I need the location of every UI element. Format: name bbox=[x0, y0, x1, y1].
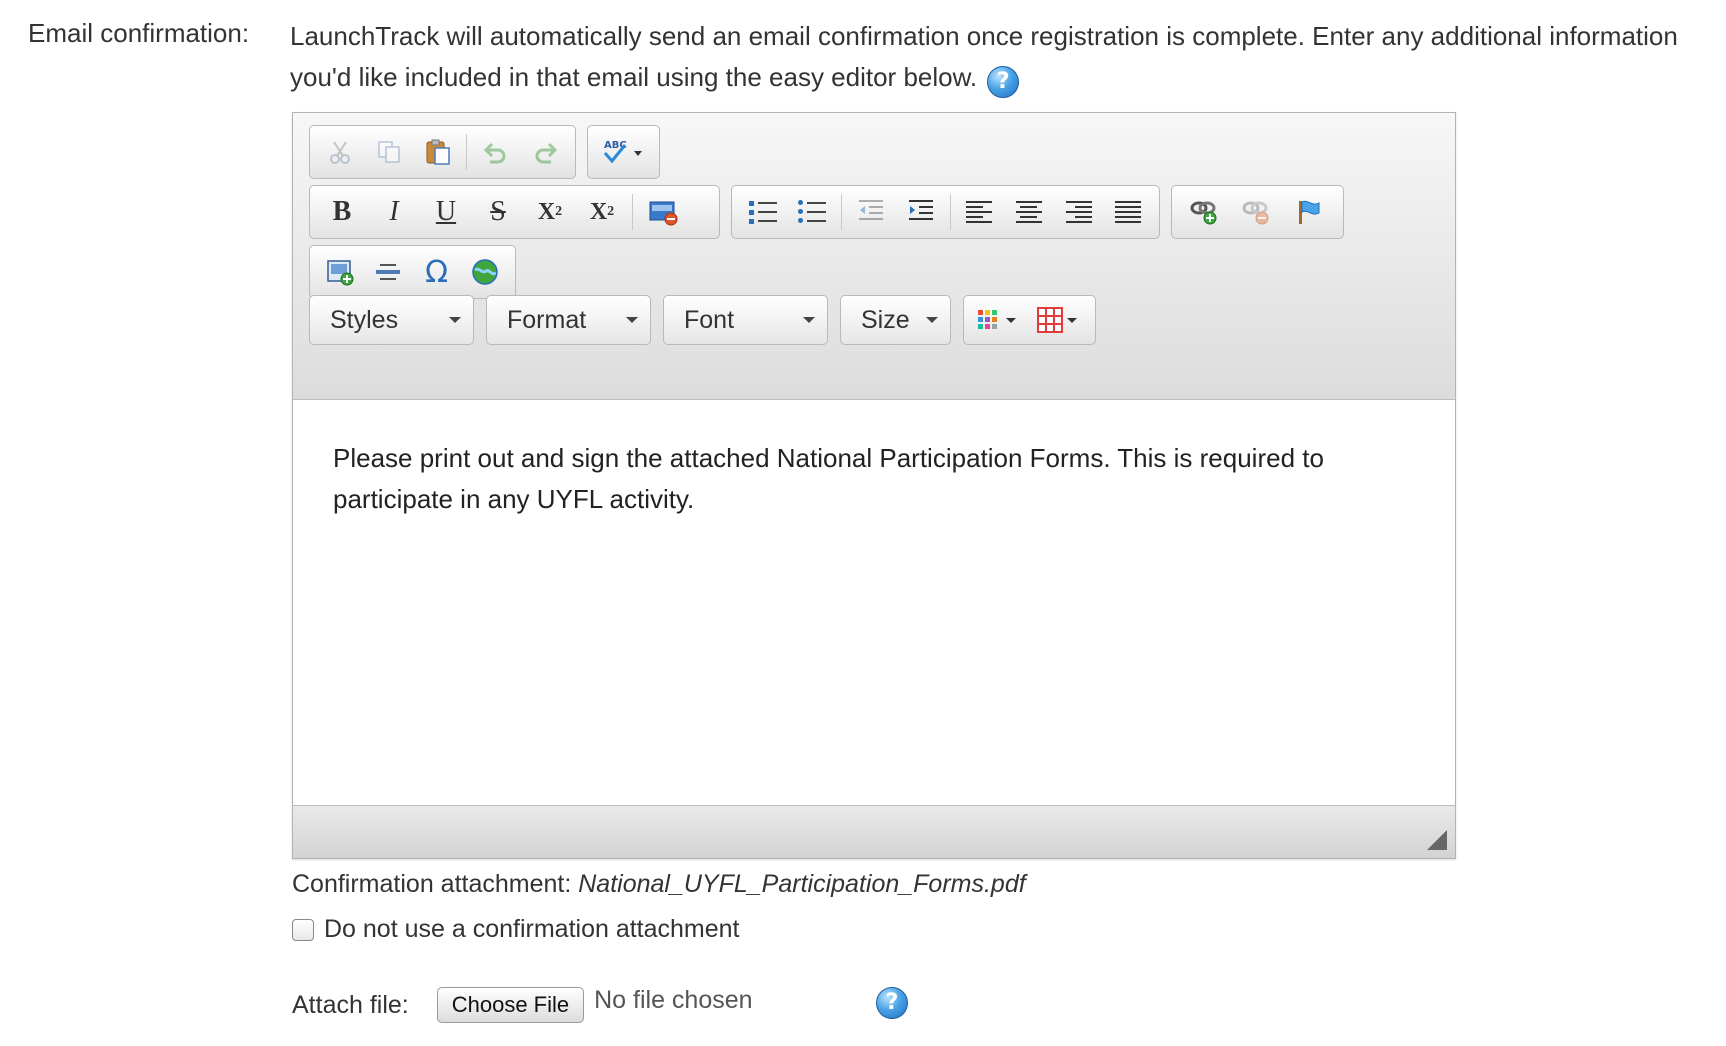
cut-icon[interactable] bbox=[316, 130, 365, 174]
styles-dropdown-label: Styles bbox=[330, 306, 399, 334]
font-dropdown[interactable]: Font bbox=[663, 295, 828, 345]
separator bbox=[466, 134, 468, 170]
description-text: LaunchTrack will automatically send an e… bbox=[290, 21, 1678, 92]
separator bbox=[841, 194, 843, 230]
text-color-icon[interactable] bbox=[968, 298, 1028, 342]
attach-help: ? bbox=[876, 987, 908, 1019]
bulleted-list-icon[interactable] bbox=[788, 190, 838, 234]
special-char-icon[interactable]: Ω bbox=[413, 250, 461, 294]
chevron-down-icon bbox=[626, 317, 638, 323]
paste-icon[interactable] bbox=[414, 130, 463, 174]
chevron-down-icon bbox=[926, 317, 938, 323]
attachment-label: Confirmation attachment: bbox=[292, 870, 572, 898]
size-dropdown-label: Size bbox=[861, 306, 910, 334]
no-attachment-row: Do not use a confirmation attachment bbox=[292, 915, 740, 944]
basic-styles-group: B I U S X2 X2 bbox=[309, 185, 720, 239]
choose-file-button[interactable]: Choose File bbox=[436, 987, 585, 1023]
color-table-group bbox=[963, 295, 1096, 345]
no-attachment-label: Do not use a confirmation attachment bbox=[324, 915, 740, 943]
size-dropdown[interactable]: Size bbox=[840, 295, 951, 345]
copy-icon[interactable] bbox=[365, 130, 414, 174]
editor-toolbar: ABC B I U S X2 X2 Ω Styles Format Font S… bbox=[293, 113, 1455, 400]
italic-button[interactable]: I bbox=[368, 190, 420, 234]
format-dropdown[interactable]: Format bbox=[486, 295, 651, 345]
separator bbox=[949, 194, 951, 230]
no-attachment-checkbox[interactable] bbox=[292, 918, 314, 941]
link-icon[interactable] bbox=[1178, 190, 1230, 234]
table-icon[interactable] bbox=[1028, 298, 1088, 342]
styles-dropdown[interactable]: Styles bbox=[309, 295, 474, 345]
bold-button[interactable]: B bbox=[316, 190, 368, 234]
align-center-icon[interactable] bbox=[1004, 190, 1054, 234]
subscript-base: X bbox=[537, 198, 556, 225]
resize-handle-icon[interactable] bbox=[1427, 830, 1447, 850]
outdent-icon[interactable] bbox=[846, 190, 896, 234]
chevron-down-icon bbox=[803, 317, 815, 323]
undo-icon[interactable] bbox=[471, 130, 520, 174]
remove-format-icon[interactable] bbox=[637, 190, 689, 234]
attach-file-row: Attach file: Choose File No file chosen bbox=[292, 985, 753, 1023]
redo-icon[interactable] bbox=[520, 130, 569, 174]
spellcheck-icon[interactable]: ABC bbox=[592, 130, 654, 174]
attach-file-label: Attach file: bbox=[292, 990, 409, 1019]
strikethrough-button[interactable]: S bbox=[472, 190, 524, 234]
help-icon[interactable]: ? bbox=[987, 66, 1020, 98]
bulleted-list-graphic bbox=[798, 200, 827, 224]
spellcheck-group: ABC bbox=[587, 125, 660, 179]
confirmation-attachment: Confirmation attachment: National_UYFL_P… bbox=[292, 870, 1026, 899]
superscript-base: X bbox=[589, 198, 608, 225]
insert-group: Ω bbox=[309, 245, 516, 299]
numbered-list-graphic bbox=[748, 200, 777, 224]
image-icon[interactable] bbox=[316, 250, 364, 294]
superscript-mark: 2 bbox=[607, 204, 615, 219]
editor-content-area[interactable]: Please print out and sign the attached N… bbox=[293, 400, 1455, 766]
indent-icon[interactable] bbox=[896, 190, 946, 234]
help-icon[interactable]: ? bbox=[876, 987, 908, 1019]
align-justify-icon[interactable] bbox=[1103, 190, 1153, 234]
format-dropdown-label: Format bbox=[507, 306, 587, 334]
links-group bbox=[1171, 185, 1344, 239]
file-status: No file chosen bbox=[594, 985, 753, 1014]
anchor-icon[interactable] bbox=[1282, 190, 1334, 234]
iframe-globe-icon[interactable] bbox=[461, 250, 509, 294]
unlink-icon[interactable] bbox=[1230, 190, 1282, 234]
subscript-button[interactable]: X2 bbox=[524, 190, 576, 234]
subscript-mark: 2 bbox=[555, 204, 563, 219]
email-confirmation-label: Email confirmation: bbox=[28, 18, 250, 48]
horizontal-rule-icon[interactable] bbox=[364, 250, 412, 294]
superscript-button[interactable]: X2 bbox=[576, 190, 628, 234]
paragraph-group bbox=[731, 185, 1160, 239]
align-left-icon[interactable] bbox=[954, 190, 1004, 234]
font-dropdown-label: Font bbox=[684, 306, 735, 334]
email-confirmation-description: LaunchTrack will automatically send an e… bbox=[290, 16, 1710, 98]
numbered-list-icon[interactable] bbox=[738, 190, 788, 234]
chevron-down-icon bbox=[449, 317, 461, 323]
attachment-filename: National_UYFL_Participation_Forms.pdf bbox=[578, 870, 1026, 898]
rich-text-editor: ABC B I U S X2 X2 Ω Styles Format Font S… bbox=[292, 112, 1456, 859]
editor-footer bbox=[293, 805, 1455, 858]
separator bbox=[632, 194, 633, 230]
align-right-icon[interactable] bbox=[1054, 190, 1104, 234]
underline-button[interactable]: U bbox=[420, 190, 472, 234]
clipboard-group bbox=[309, 125, 576, 179]
